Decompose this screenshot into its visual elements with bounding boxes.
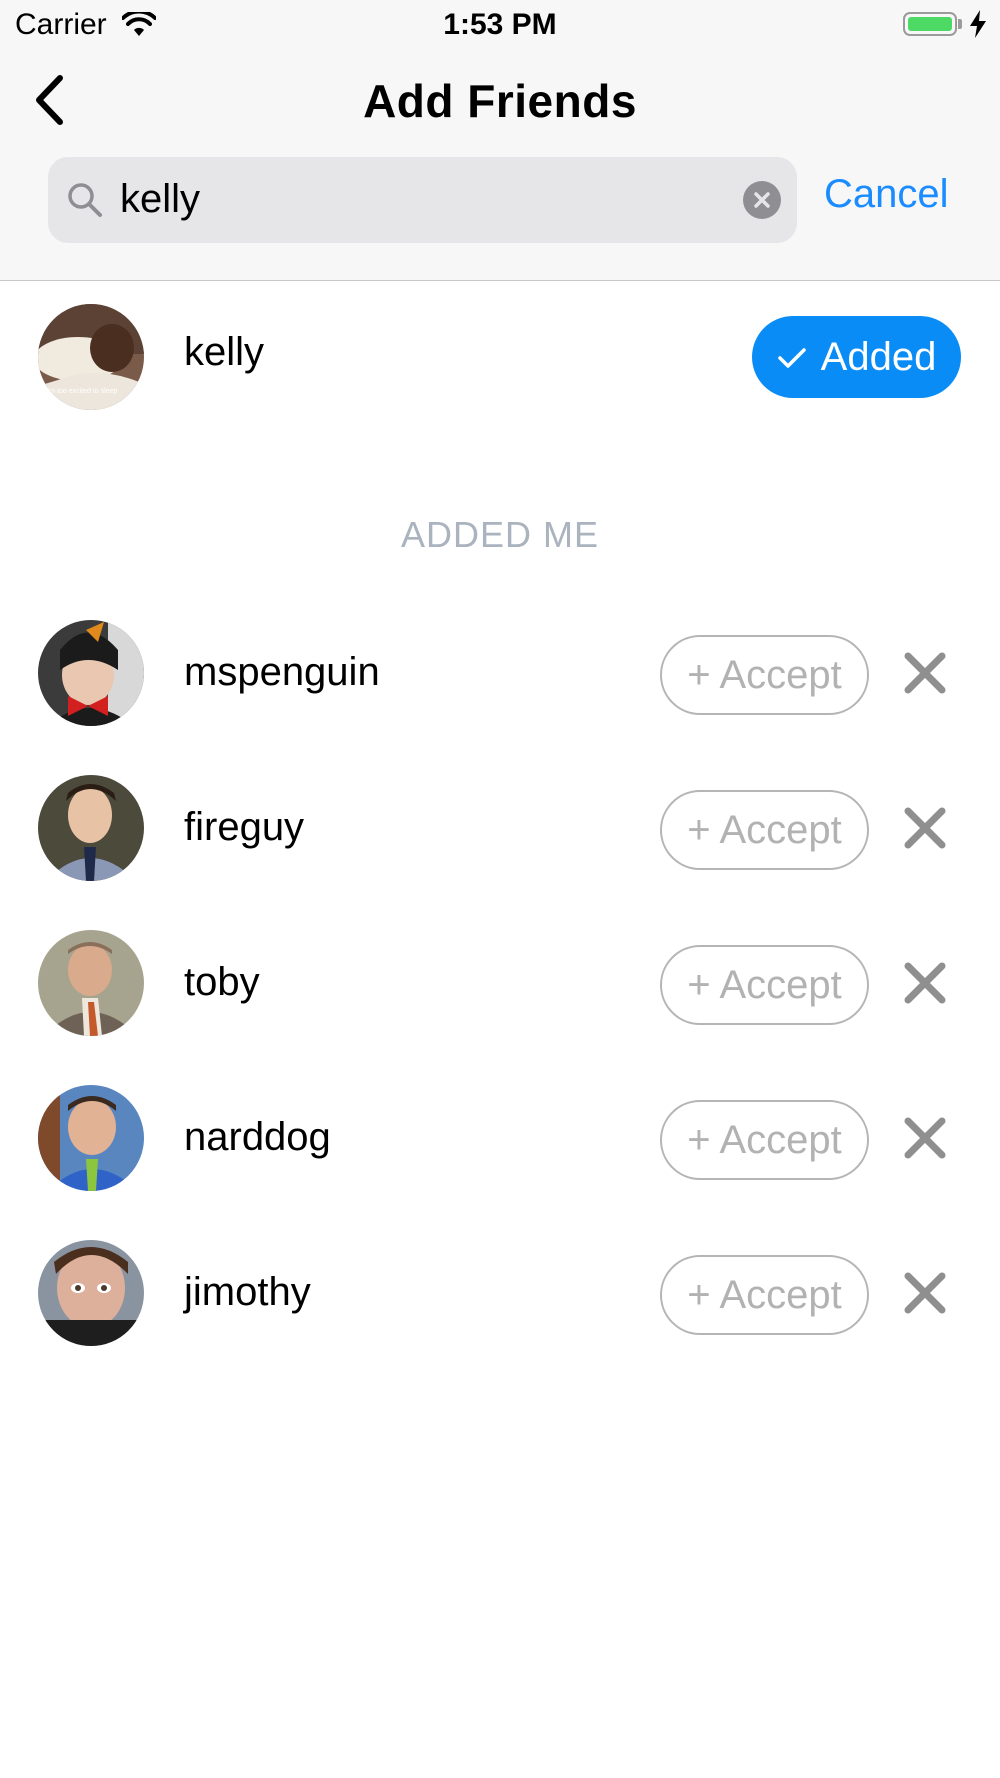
status-bar: Carrier 1:53 PM	[0, 0, 1000, 50]
checkmark-icon	[777, 335, 807, 380]
username: jimothy	[184, 1270, 311, 1314]
added-button[interactable]: Added	[752, 316, 961, 398]
close-icon	[902, 1270, 948, 1321]
avatar	[38, 1240, 144, 1346]
avatar	[38, 620, 144, 726]
decline-button[interactable]	[898, 648, 952, 702]
added-label: Added	[820, 334, 937, 379]
avatar	[38, 1085, 144, 1191]
close-icon	[902, 805, 948, 856]
accept-button[interactable]: + Accept	[660, 1255, 869, 1335]
username: kelly	[184, 330, 265, 374]
avatar: I'm too excited to sleep	[38, 304, 144, 410]
battery-icon	[903, 12, 957, 36]
clear-icon[interactable]	[743, 181, 781, 219]
cancel-button[interactable]: Cancel	[824, 172, 949, 217]
battery-tip	[958, 19, 962, 29]
page-title: Add Friends	[363, 75, 637, 127]
search-icon	[66, 181, 104, 224]
section-title-added-me: ADDED ME	[400, 514, 600, 555]
close-icon	[902, 960, 948, 1011]
close-icon	[902, 650, 948, 701]
decline-button[interactable]	[898, 803, 952, 857]
search-bar[interactable]	[48, 157, 797, 243]
avatar	[38, 930, 144, 1036]
accept-button[interactable]: + Accept	[660, 945, 869, 1025]
avatar-caption: I'm too excited to sleep	[46, 388, 118, 395]
close-icon	[902, 1115, 948, 1166]
decline-button[interactable]	[898, 1113, 952, 1167]
avatar	[38, 775, 144, 881]
username: fireguy	[184, 805, 305, 849]
charging-bolt-icon	[970, 10, 986, 43]
decline-button[interactable]	[898, 958, 952, 1012]
clock: 1:53 PM	[443, 8, 557, 41]
username: mspenguin	[184, 650, 380, 694]
search-input[interactable]	[120, 167, 680, 231]
accept-button[interactable]: + Accept	[660, 635, 869, 715]
username: toby	[184, 960, 260, 1004]
decline-button[interactable]	[898, 1268, 952, 1322]
accept-button[interactable]: + Accept	[660, 1100, 869, 1180]
accept-button[interactable]: + Accept	[660, 790, 869, 870]
username: narddog	[184, 1115, 331, 1159]
